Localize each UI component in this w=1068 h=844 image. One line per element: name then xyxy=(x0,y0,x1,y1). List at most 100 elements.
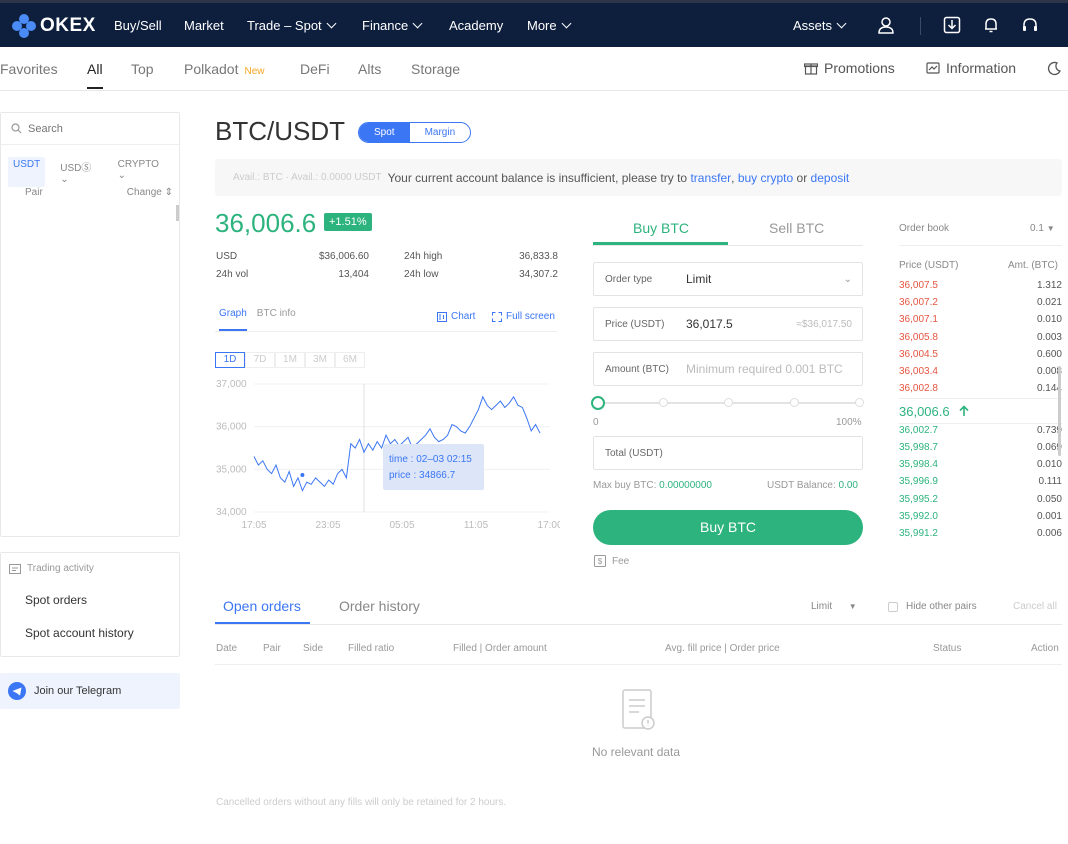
deposit-link[interactable]: deposit xyxy=(811,171,850,185)
ask-row[interactable]: 36,003.4 0.008 xyxy=(899,366,1062,383)
tab-buy-btc[interactable]: Buy BTC xyxy=(633,220,689,236)
ask-row[interactable]: 36,007.5 1.312 xyxy=(899,280,1062,297)
bid-row[interactable]: 35,991.2 0.006 xyxy=(899,528,1062,545)
order-type-select[interactable]: Order type Limit ⌄ xyxy=(593,262,863,296)
ask-row[interactable]: 36,007.2 0.021 xyxy=(899,297,1062,314)
price-input[interactable]: Price (USDT) 36,017.5 ≈$36,017.50 xyxy=(593,307,863,341)
list-icon xyxy=(9,563,21,574)
range-3m[interactable]: 3M xyxy=(305,352,335,368)
headset-icon[interactable] xyxy=(1021,16,1039,34)
slider-max-label: 100% xyxy=(836,417,862,428)
order-filter-select[interactable]: Limit ▼ xyxy=(811,601,857,612)
divider xyxy=(215,664,1062,665)
information-link[interactable]: Information xyxy=(926,60,1016,76)
tab-storage[interactable]: Storage xyxy=(411,61,460,77)
buy-crypto-link[interactable]: buy crypto xyxy=(738,171,793,185)
col-action: Action xyxy=(1031,643,1059,654)
ask-row[interactable]: 36,004.5 0.600 xyxy=(899,349,1062,366)
tab-sell-btc[interactable]: Sell BTC xyxy=(769,220,824,236)
ask-row[interactable]: 36,007.1 0.010 xyxy=(899,314,1062,331)
nav-more[interactable]: More xyxy=(527,18,572,33)
dark-mode-icon[interactable] xyxy=(1047,61,1062,76)
cancel-all-button[interactable]: Cancel all xyxy=(1013,601,1057,612)
nav-finance[interactable]: Finance xyxy=(362,18,423,33)
y-tick-label: 34,000 xyxy=(216,507,247,518)
tab-usds[interactable]: USDⓈ ⌄ xyxy=(55,157,102,187)
tab-btc-info[interactable]: BTC info xyxy=(257,308,296,331)
spot-margin-toggle: Spot Margin xyxy=(358,122,472,143)
slider-handle[interactable] xyxy=(591,396,605,410)
tab-order-history[interactable]: Order history xyxy=(339,598,420,614)
pair-column-header[interactable]: Pair xyxy=(25,187,43,198)
transfer-link[interactable]: transfer xyxy=(690,171,731,185)
spot-account-history-link[interactable]: Spot account history xyxy=(25,626,134,640)
tab-graph[interactable]: Graph xyxy=(219,308,247,331)
nav-trade-spot[interactable]: Trade – Spot xyxy=(247,18,337,33)
nav-academy[interactable]: Academy xyxy=(449,18,503,33)
spot-toggle[interactable]: Spot xyxy=(359,123,410,142)
low-label: 24h low xyxy=(404,269,439,280)
trading-activity-panel: Trading activity Spot orders Spot accoun… xyxy=(0,552,180,657)
amount-placeholder: Minimum required 0.001 BTC xyxy=(686,362,843,376)
amount-input[interactable]: Amount (BTC) Minimum required 0.001 BTC xyxy=(593,352,863,386)
nav-buy-sell[interactable]: Buy/Sell xyxy=(114,18,162,33)
cancelled-orders-note: Cancelled orders without any fills will … xyxy=(216,797,507,808)
fee-link[interactable]: $ Fee xyxy=(594,555,629,567)
search-input[interactable] xyxy=(28,122,168,135)
range-7d[interactable]: 7D xyxy=(245,352,275,368)
bid-row[interactable]: 36,002.7 0.739 xyxy=(899,425,1062,442)
tab-defi[interactable]: DeFi xyxy=(300,61,330,77)
total-input[interactable]: Total (USDT) xyxy=(593,436,863,470)
slider-step[interactable] xyxy=(659,398,668,407)
scrollbar[interactable] xyxy=(1058,366,1061,456)
margin-toggle[interactable]: Margin xyxy=(410,123,471,142)
bell-icon[interactable] xyxy=(982,16,1000,34)
depth-select[interactable]: 0.1 ▼ xyxy=(1030,223,1055,234)
okex-logo[interactable]: OKEX xyxy=(12,14,96,38)
spot-orders-link[interactable]: Spot orders xyxy=(25,593,87,607)
okex-logo-icon xyxy=(12,14,36,38)
slider-step[interactable] xyxy=(790,398,799,407)
slider-step[interactable] xyxy=(724,398,733,407)
range-6m[interactable]: 6M xyxy=(335,352,365,368)
download-icon[interactable] xyxy=(943,16,961,34)
buy-btc-button[interactable]: Buy BTC xyxy=(593,510,863,545)
tab-polkadot[interactable]: Polkadot New xyxy=(184,61,265,77)
chevron-down-icon: ⌄ xyxy=(117,170,126,181)
vol-label: 24h vol xyxy=(216,269,249,280)
promotions-link[interactable]: Promotions xyxy=(804,60,895,76)
nav-market[interactable]: Market xyxy=(184,18,224,33)
user-icon[interactable] xyxy=(877,16,895,34)
bid-row[interactable]: 35,995.2 0.050 xyxy=(899,494,1062,511)
chart-link[interactable]: Chart xyxy=(437,311,475,322)
tab-alts[interactable]: Alts xyxy=(358,61,381,77)
bid-row[interactable]: 35,998.7 0.069 xyxy=(899,442,1062,459)
svg-text:$: $ xyxy=(598,557,603,566)
tab-all[interactable]: All xyxy=(87,61,103,77)
bid-row[interactable]: 35,996.9 0.111 xyxy=(899,476,1062,493)
max-buy: Max buy BTC: 0.00000000 xyxy=(593,480,712,491)
ask-row[interactable]: 36,005.8 0.003 xyxy=(899,332,1062,349)
range-1d[interactable]: 1D xyxy=(215,352,245,368)
tab-usdt[interactable]: USDT xyxy=(8,157,46,187)
range-1m[interactable]: 1M xyxy=(275,352,305,368)
col-status: Status xyxy=(933,643,962,654)
tab-open-orders[interactable]: Open orders xyxy=(223,598,301,614)
checkbox[interactable] xyxy=(888,601,898,612)
tab-top[interactable]: Top xyxy=(131,61,154,77)
usd-value: $36,006.60 xyxy=(318,251,369,262)
bid-row[interactable]: 35,992.0 0.001 xyxy=(899,511,1062,528)
tab-crypto[interactable]: CRYPTO ⌄ xyxy=(113,157,169,187)
bid-row[interactable]: 35,998.4 0.010 xyxy=(899,459,1062,476)
empty-document-icon xyxy=(622,689,655,730)
change-column-header[interactable]: Change ⇕ xyxy=(127,187,173,198)
tab-favorites[interactable]: Favorites xyxy=(0,61,58,77)
fullscreen-link[interactable]: Full screen xyxy=(492,311,555,322)
last-price: 36,006.6 xyxy=(215,208,317,238)
nav-assets[interactable]: Assets xyxy=(793,18,847,33)
hide-other-pairs[interactable]: Hide other pairs xyxy=(888,601,977,612)
slider-step[interactable] xyxy=(855,398,864,407)
scrollbar[interactable] xyxy=(176,205,179,221)
join-telegram-button[interactable]: Join our Telegram xyxy=(0,673,180,709)
caret-down-icon: ▼ xyxy=(848,602,857,611)
